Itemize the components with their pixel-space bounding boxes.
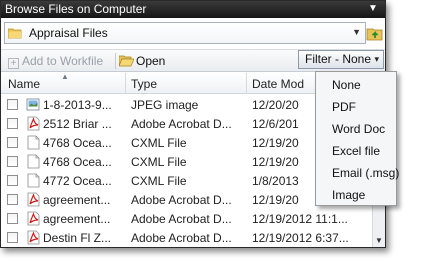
file-type: CXML File [131,155,187,169]
filter-menu-item[interactable]: Word Doc [332,122,385,136]
pdf-icon [27,116,40,131]
file-date-modified: 12/19/2012 6:37... [252,231,349,245]
filter-menu-item[interactable]: PDF [332,100,356,114]
folder-icon [8,28,22,39]
column-header-name[interactable]: Name [8,77,40,91]
current-folder-label: Appraisal Files [29,26,108,40]
folder-up-icon[interactable] [366,24,384,42]
chevron-down-icon: ▾ [374,54,379,64]
row-checkbox[interactable] [7,137,18,148]
filter-menu: None PDF Word Doc Excel file Email (.msg) Ima… [315,71,399,206]
column-divider[interactable] [125,73,126,94]
file-type: CXML File [131,136,187,150]
row-checkbox[interactable] [7,156,18,167]
file-name: agreement... [43,212,111,226]
file-name: 2512 Briar ... [43,117,112,131]
file-name: agreement... [43,193,111,207]
title-bar: Browse Files on Computer ▼ [1,1,385,18]
file-name: 4768 Ocea... [43,155,112,169]
row-checkbox[interactable] [7,118,18,129]
row-checkbox[interactable] [7,194,18,205]
file-name: 1-8-2013-9... [43,98,112,112]
file-type: Adobe Acrobat D... [131,193,232,207]
image-icon [26,98,40,111]
sort-ascending-icon: ▲ [61,72,69,81]
column-header-date-modified[interactable]: Date Mod [252,77,304,91]
open-button[interactable]: Open [118,54,166,68]
window-title: Browse Files on Computer [5,2,147,16]
file-type: Adobe Acrobat D... [131,231,232,245]
row-checkbox[interactable] [7,232,18,243]
file-icon [27,173,40,188]
filter-label: Filter - None [305,52,372,66]
triangle-down-icon[interactable]: ▼ [367,3,379,15]
folder-path-combobox[interactable]: Appraisal Files ▼ [4,22,366,44]
file-icon [27,135,40,150]
filter-menu-item[interactable]: Image [332,188,365,202]
file-name: 4768 Ocea... [43,136,112,150]
filter-menu-item[interactable]: None [332,78,361,92]
pdf-icon [27,192,40,207]
chevron-down-icon[interactable]: ▼ [352,27,361,37]
add-to-workfile-label: Add to Workfile [22,54,104,68]
row-checkbox[interactable] [7,99,18,110]
column-header-type[interactable]: Type [131,77,157,91]
file-name: Destin Fl Z... [43,231,112,245]
file-date-modified: 12/19/2012 11:1... [252,212,348,226]
row-checkbox[interactable] [7,213,18,224]
file-type: Adobe Acrobat D... [131,117,232,131]
add-to-workfile-button[interactable]: + Add to Workfile [8,54,103,69]
pdf-icon [27,230,40,245]
row-checkbox[interactable] [7,175,18,186]
file-type: CXML File [131,174,187,188]
filter-dropdown-button[interactable]: Filter - None ▾ [298,50,384,69]
pdf-icon [27,211,40,226]
table-row[interactable]: Destin Fl Z... Adobe Acrobat D... 12/19/20… [1,228,372,247]
file-name: 4772 Ocea... [43,174,112,188]
file-icon [27,154,40,169]
open-folder-icon [118,55,135,67]
toolbar-divider [115,53,116,69]
filter-menu-item[interactable]: Excel file [332,144,380,158]
table-row[interactable]: agreement... Adobe Acrobat D... 12/19/2012… [1,209,372,228]
column-divider[interactable] [246,73,247,94]
open-label: Open [136,54,166,68]
filter-menu-item[interactable]: Email (.msg) [332,166,399,180]
file-type: Adobe Acrobat D... [131,212,232,226]
scroll-down-icon[interactable]: ▼ [375,236,383,245]
file-type: JPEG image [131,98,199,112]
plus-icon: + [8,58,19,69]
